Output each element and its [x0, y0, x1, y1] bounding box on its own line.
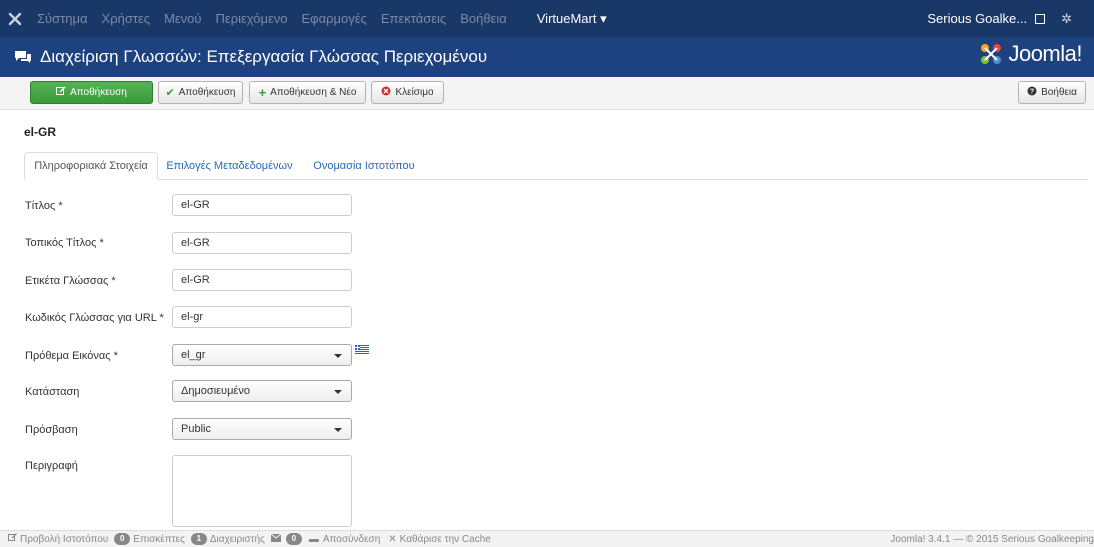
save-close-label: Αποθήκευση: [70, 87, 127, 98]
help-button[interactable]: ? Βοήθεια: [1018, 81, 1086, 104]
nav-item-help[interactable]: Βοήθεια: [453, 11, 514, 26]
language-tag-input[interactable]: el-GR: [172, 269, 352, 291]
image-prefix-value: el_gr: [181, 349, 206, 361]
access-select[interactable]: Public: [172, 418, 352, 440]
access-label: Πρόσβαση: [25, 424, 78, 436]
description-label: Περιγραφή: [25, 460, 78, 472]
title-label: Τίτλος *: [25, 200, 63, 212]
nav-item-menus[interactable]: Μενού: [157, 11, 208, 26]
nav-item-extensions[interactable]: Επεκτάσεις: [374, 11, 453, 26]
top-navbar: Σύστημα Χρήστες Μενού Περιεχόμενο Εφαρμο…: [0, 0, 1094, 37]
url-code-input[interactable]: el-gr: [172, 306, 352, 328]
clear-cache-link[interactable]: Καθάρισε την Cache: [400, 534, 491, 545]
help-label: Βοήθεια: [1041, 87, 1077, 98]
plus-icon: +: [258, 85, 267, 100]
title-input[interactable]: el-GR: [172, 194, 352, 216]
tab-site-name[interactable]: Ονομασία Ιστοτόπου: [304, 152, 424, 180]
native-title-label: Τοπικός Τίτλος *: [25, 237, 104, 249]
save-button[interactable]: ✔ Αποθήκευση: [158, 81, 243, 104]
user-name[interactable]: Serious Goalke...: [927, 11, 1027, 26]
joomla-menu-icon[interactable]: [0, 0, 30, 37]
access-value: Public: [181, 423, 211, 435]
save-close-button[interactable]: Αποθήκευση: [30, 81, 153, 104]
save-label: Αποθήκευση: [178, 87, 236, 98]
language-tag-label: Ετικέτα Γλώσσας *: [25, 275, 116, 287]
nav-item-components[interactable]: Εφαρμογές: [295, 11, 374, 26]
gear-icon[interactable]: ✲: [1061, 11, 1072, 27]
svg-text:?: ?: [1030, 89, 1034, 96]
close-label: Κλείσιμο: [395, 87, 434, 98]
greek-flag-icon: [355, 345, 369, 354]
language-code-heading: el-GR: [24, 125, 57, 139]
tab-details[interactable]: Πληροφοριακά Στοιχεία: [24, 152, 158, 180]
clear-cache-icon: ✕: [388, 533, 397, 545]
virtuemart-label: VirtueMart: [536, 10, 597, 26]
native-title-input[interactable]: el-GR: [172, 232, 352, 254]
page-title: Διαχείριση Γλωσσών: Επεξεργασία Γλώσσας …: [40, 47, 488, 66]
page-header: Διαχείριση Γλωσσών: Επεξεργασία Γλώσσας …: [0, 37, 1094, 77]
edit-icon: [56, 86, 66, 99]
description-textarea[interactable]: [172, 455, 352, 527]
brand-name: Joomla!: [1008, 41, 1082, 66]
nav-item-virtuemart[interactable]: VirtueMart ▾: [530, 11, 614, 27]
caret-down-icon: [334, 354, 342, 358]
check-icon: ✔: [165, 87, 175, 99]
save-new-button[interactable]: + Αποθήκευση & Νέο: [249, 81, 366, 104]
visitors-label: Επισκέπτες: [133, 533, 185, 545]
minus-icon: ▬: [308, 533, 319, 545]
joomla-brand: Joomla!: [978, 41, 1082, 67]
external-link-icon[interactable]: [1035, 13, 1046, 24]
nav-item-users[interactable]: Χρήστες: [95, 11, 158, 26]
logout-link[interactable]: Αποσύνδεση: [323, 534, 380, 545]
image-prefix-select[interactable]: el_gr: [172, 344, 352, 366]
caret-down-icon: [334, 428, 342, 432]
external-link-icon: [8, 533, 17, 545]
envelope-icon[interactable]: [270, 533, 282, 545]
caret-down-icon: ▾: [596, 10, 607, 26]
status-value: Δημοσιευμένο: [181, 385, 250, 397]
tab-bar: Πληροφοριακά Στοιχεία Επιλογές Μεταδεδομ…: [24, 152, 1088, 180]
visitors-count-badge: 0: [114, 533, 131, 545]
nav-item-content[interactable]: Περιεχόμενο: [209, 11, 295, 26]
view-site-label: Προβολή Ιστοτόπου: [20, 534, 109, 545]
url-code-label: Κωδικός Γλώσσας για URL *: [25, 312, 164, 324]
status-label: Κατάσταση: [25, 386, 80, 398]
admins-label: Διαχειριστής: [209, 533, 265, 545]
comments-icon: [14, 50, 32, 64]
messages-count-badge: 0: [285, 533, 302, 545]
nav-item-system[interactable]: Σύστημα: [30, 11, 95, 26]
view-site-link[interactable]: Προβολή Ιστοτόπου: [8, 533, 108, 545]
joomla-logo-icon: [981, 44, 1002, 64]
status-footer: Προβολή Ιστοτόπου 0 Επισκέπτες 1 Διαχειρ…: [0, 530, 1094, 547]
cancel-icon: [381, 86, 391, 99]
toolbar: Αποθήκευση ✔ Αποθήκευση + Αποθήκευση & Ν…: [0, 77, 1094, 110]
question-icon: ?: [1027, 86, 1037, 99]
copyright-text: Joomla! 3.4.1 — © 2015 Serious Goalkeepi…: [890, 534, 1094, 545]
close-button[interactable]: Κλείσιμο: [371, 81, 444, 104]
status-select[interactable]: Δημοσιευμένο: [172, 380, 352, 402]
tab-metadata-options[interactable]: Επιλογές Μεταδεδομένων: [161, 152, 298, 180]
admins-count-badge: 1: [190, 533, 207, 545]
save-new-label: Αποθήκευση & Νέο: [270, 87, 357, 98]
caret-down-icon: [334, 390, 342, 394]
image-prefix-label: Πρόθεμα Εικόνας *: [25, 350, 118, 362]
